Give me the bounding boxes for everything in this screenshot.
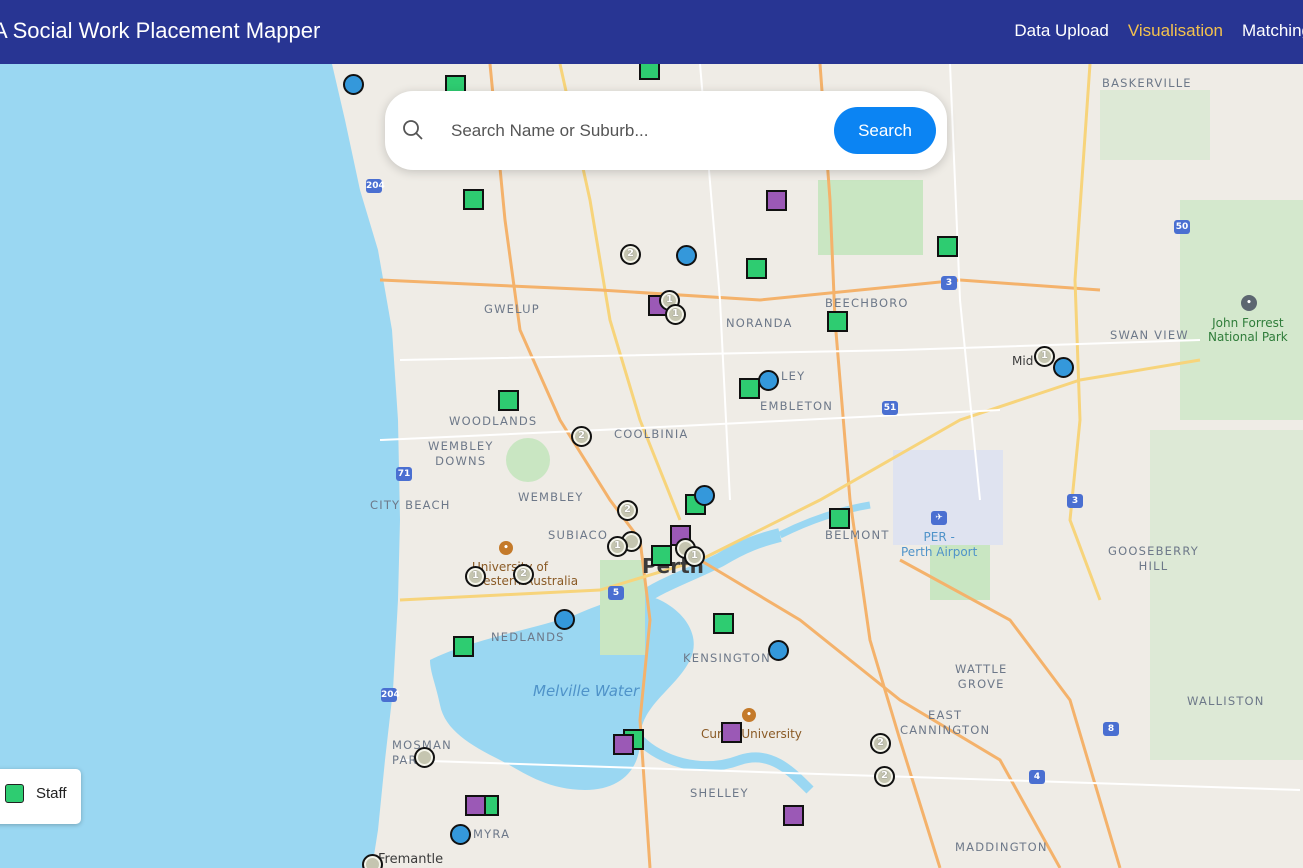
highway-shield-204b: 204	[381, 688, 400, 702]
nav-data-upload[interactable]: Data Upload	[1014, 21, 1109, 41]
student-marker[interactable]	[694, 485, 715, 506]
map-label-maddington: MADDINGTON	[955, 840, 1048, 854]
map-label-swan-view: SWAN VIEW	[1110, 328, 1189, 342]
map-label-curtin: Curtin University	[701, 727, 802, 741]
staff-marker[interactable]	[937, 236, 958, 257]
staff-marker[interactable]	[827, 311, 848, 332]
map-label-john-forrest: John Forrest National Park	[1208, 316, 1288, 344]
highway-shield-8: 8	[1103, 722, 1119, 736]
map-label-baskerville: BASKERVILLE	[1102, 76, 1192, 90]
cluster-marker[interactable]: 1	[665, 304, 686, 325]
map-label-nedlands: NEDLANDS	[491, 630, 565, 644]
staff-marker[interactable]	[829, 508, 850, 529]
map-label-east-cannington: EAST CANNINGTON	[900, 708, 991, 737]
nav-visualisation[interactable]: Visualisation	[1128, 21, 1223, 41]
highway-shield-204: 204	[366, 179, 385, 193]
map-label-fremantle: Fremantle	[378, 852, 444, 867]
map-label-bayswater: LEY	[781, 369, 806, 383]
highway-shield-50: 50	[1174, 220, 1190, 234]
placement-marker[interactable]	[766, 190, 787, 211]
map-label-palmyra: MYRA	[473, 827, 511, 841]
student-marker[interactable]	[343, 74, 364, 95]
map-label-subiaco: SUBIACO	[548, 528, 609, 542]
cluster-marker[interactable]: 2	[620, 244, 641, 265]
highway-shield-3b: 3	[1067, 494, 1083, 508]
highway-shield-71: 71	[396, 467, 412, 481]
university-icon-curtin: •	[742, 708, 756, 722]
map-label-beechboro: BEECHBORO	[825, 296, 909, 310]
map-label-noranda: NORANDA	[726, 316, 793, 330]
cluster-marker[interactable]	[414, 747, 435, 768]
student-marker[interactable]	[758, 370, 779, 391]
highway-shield-3: 3	[941, 276, 957, 290]
student-marker[interactable]	[1053, 357, 1074, 378]
search-button[interactable]: Search	[834, 107, 936, 154]
top-navbar: A Social Work Placement Mapper Data Uplo…	[0, 0, 1303, 64]
university-icon: •	[499, 541, 513, 555]
cluster-marker[interactable]: 1	[684, 546, 705, 567]
highway-shield-5: 5	[608, 586, 624, 600]
staff-marker[interactable]	[453, 636, 474, 657]
cluster-marker[interactable]	[362, 854, 383, 868]
cluster-marker[interactable]: 1	[1034, 346, 1055, 367]
map-label-wattle-grove: WATTLE GROVE	[955, 662, 1008, 691]
staff-marker[interactable]	[746, 258, 767, 279]
airport-icon: ✈	[931, 511, 947, 525]
map-label-wembley-downs: WEMBLEY DOWNS	[428, 439, 494, 468]
map-label-city-beach: CITY BEACH	[370, 498, 451, 512]
student-marker[interactable]	[554, 609, 575, 630]
cluster-marker[interactable]: 2	[513, 564, 534, 585]
student-marker[interactable]	[450, 824, 471, 845]
map-label-gooseberry-hill: GOOSEBERRY HILL	[1108, 544, 1200, 573]
nav-links: Data Upload Visualisation Matching	[1014, 21, 1303, 41]
placement-marker[interactable]	[613, 734, 634, 755]
nav-matching[interactable]: Matching	[1242, 21, 1303, 41]
student-marker[interactable]	[768, 640, 789, 661]
park-icon: •	[1241, 295, 1257, 311]
student-marker[interactable]	[676, 245, 697, 266]
highway-shield-4: 4	[1029, 770, 1045, 784]
map-label-woodlands: WOODLANDS	[449, 414, 538, 428]
search-input[interactable]	[449, 111, 813, 151]
legend-swatch-staff	[5, 784, 24, 803]
map-label-melville-water: Melville Water	[533, 682, 640, 700]
cluster-marker[interactable]: 2	[870, 733, 891, 754]
staff-marker[interactable]	[639, 64, 660, 80]
map-label-belmont: BELMONT	[825, 528, 890, 542]
map-legend: Staff	[0, 769, 81, 824]
map-label-shelley: SHELLEY	[690, 786, 749, 800]
cluster-marker[interactable]: 2	[617, 500, 638, 521]
cluster-marker[interactable]: 2	[571, 426, 592, 447]
staff-marker[interactable]	[463, 189, 484, 210]
placement-marker[interactable]	[783, 805, 804, 826]
cluster-marker[interactable]: 1	[607, 536, 628, 557]
map-label-coolbinia: COOLBINIA	[614, 427, 689, 441]
app-title[interactable]: A Social Work Placement Mapper	[0, 18, 320, 44]
placement-marker[interactable]	[465, 795, 486, 816]
highway-shield-51: 51	[882, 401, 898, 415]
staff-marker[interactable]	[713, 613, 734, 634]
map-base-layer	[0, 64, 1303, 868]
search-icon	[403, 120, 423, 140]
search-bar: Search	[385, 91, 947, 170]
map-label-gwelup: GWELUP	[484, 302, 540, 316]
map-label-airport: PER - Perth Airport	[901, 530, 978, 559]
map-label-embleton: EMBLETON	[760, 399, 834, 413]
staff-marker[interactable]	[739, 378, 760, 399]
cluster-marker[interactable]: 2	[874, 766, 895, 787]
map-view[interactable]: BASKERVILLE GWELUP NORANDA BEECHBORO SWA…	[0, 64, 1303, 868]
map-label-kensington: KENSINGTON	[683, 651, 771, 665]
map-label-wembley: WEMBLEY	[518, 490, 584, 504]
legend-label-staff: Staff	[36, 785, 67, 802]
cluster-marker[interactable]: 1	[465, 566, 486, 587]
placement-marker[interactable]	[721, 722, 742, 743]
map-label-walliston: WALLISTON	[1187, 694, 1265, 708]
staff-marker[interactable]	[498, 390, 519, 411]
map-label-midland: Mid	[1012, 354, 1034, 368]
staff-marker[interactable]	[651, 545, 672, 566]
